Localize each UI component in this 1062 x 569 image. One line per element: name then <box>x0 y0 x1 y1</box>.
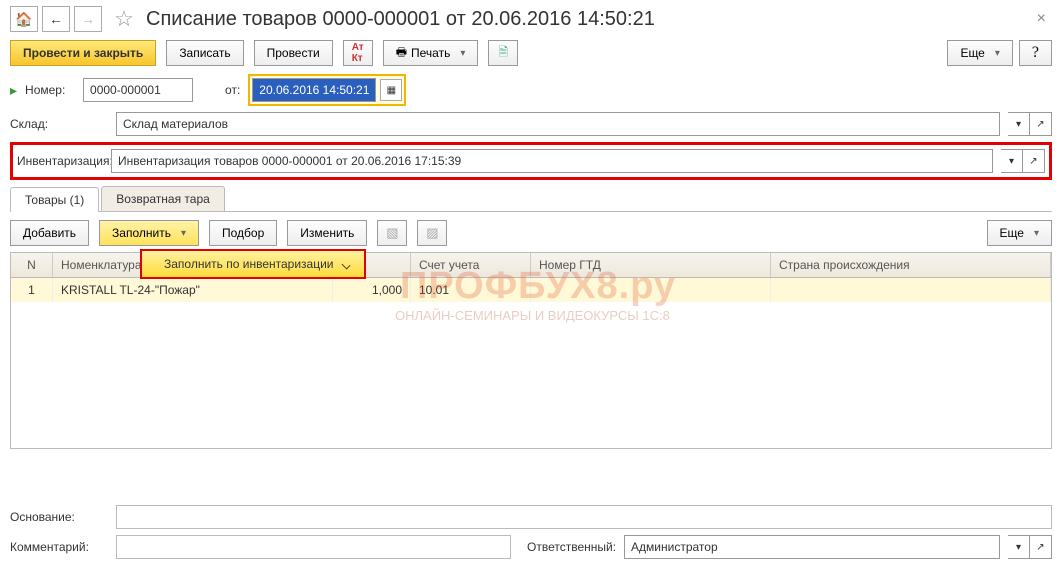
pick-button[interactable]: Подбор <box>209 220 277 246</box>
close-button[interactable]: × <box>1031 10 1052 28</box>
number-label: Номер: <box>25 83 75 97</box>
fill-by-inventory-menu-item[interactable]: Заполнить по инвентаризации <box>140 249 366 279</box>
help-button[interactable]: ? <box>1019 40 1052 66</box>
post-button[interactable]: Провести <box>254 40 333 66</box>
responsible-label: Ответственный: <box>527 540 616 554</box>
date-label: от: <box>225 83 240 97</box>
inventory-input[interactable]: Инвентаризация товаров 0000-000001 от 20… <box>111 149 993 173</box>
goods-table: N Номенклатура Счет учета Номер ГТД Стра… <box>10 252 1052 449</box>
add-button[interactable]: Добавить <box>10 220 89 246</box>
col-n[interactable]: N <box>11 253 53 277</box>
table-row[interactable]: 1 KRISTALL TL-24-"Пожар" 1,000 10.01 <box>11 278 1051 302</box>
grid-more-button[interactable]: Еще <box>987 220 1052 246</box>
fill-button[interactable]: Заполнить <box>99 220 199 246</box>
print-icon <box>396 43 407 64</box>
more-button[interactable]: Еще <box>947 40 1012 66</box>
col-account[interactable]: Счет учета <box>411 253 531 277</box>
forward-button[interactable]: → <box>74 6 102 32</box>
inventory-dropdown-icon[interactable]: ▾ <box>1001 149 1023 173</box>
back-button[interactable]: ← <box>42 6 70 32</box>
comment-label: Комментарий: <box>10 540 108 554</box>
warehouse-dropdown-icon[interactable]: ▾ <box>1008 112 1030 136</box>
col-country[interactable]: Страна происхождения <box>771 253 1051 277</box>
grid-icon-button-1[interactable]: ▧ <box>377 220 407 246</box>
tab-packaging[interactable]: Возвратная тара <box>101 186 225 211</box>
warehouse-input[interactable]: Склад материалов <box>116 112 1000 136</box>
tab-goods[interactable]: Товары (1) <box>10 187 99 212</box>
calendar-icon[interactable]: ▦ <box>380 79 402 101</box>
basis-input[interactable] <box>116 505 1052 529</box>
responsible-dropdown-icon[interactable]: ▾ <box>1008 535 1030 559</box>
home-button[interactable]: 🏠 <box>10 6 38 32</box>
print-button[interactable]: Печать <box>383 40 479 66</box>
comment-input[interactable] <box>116 535 511 559</box>
warehouse-label: Склад: <box>10 117 108 131</box>
dt-kt-icon-button[interactable]: АтКт <box>343 40 373 66</box>
attachment-button[interactable] <box>488 40 518 66</box>
inventory-open-icon[interactable]: ↗ <box>1023 149 1045 173</box>
favorite-star-icon[interactable]: ☆ <box>112 7 136 31</box>
inventory-highlight-row: Инвентаризация: Инвентаризация товаров 0… <box>10 142 1052 180</box>
warehouse-open-icon[interactable]: ↗ <box>1030 112 1052 136</box>
change-button[interactable]: Изменить <box>287 220 367 246</box>
date-highlight-wrap: 20.06.2016 14:50:21 ▦ <box>248 74 406 106</box>
responsible-input[interactable]: Администратор <box>624 535 1000 559</box>
inventory-label: Инвентаризация: <box>17 154 103 168</box>
post-and-close-button[interactable]: Провести и закрыть <box>10 40 156 66</box>
date-input[interactable]: 20.06.2016 14:50:21 <box>252 78 376 102</box>
basis-label: Основание: <box>10 510 108 524</box>
page-title: Списание товаров 0000-000001 от 20.06.20… <box>146 8 655 31</box>
status-flag-icon: ▸ <box>10 82 17 99</box>
grid-icon-button-2[interactable]: ▨ <box>417 220 447 246</box>
responsible-open-icon[interactable]: ↗ <box>1030 535 1052 559</box>
file-icon <box>499 43 509 64</box>
save-button[interactable]: Записать <box>166 40 243 66</box>
col-gtd[interactable]: Номер ГТД <box>531 253 771 277</box>
number-input[interactable]: 0000-000001 <box>83 78 193 102</box>
